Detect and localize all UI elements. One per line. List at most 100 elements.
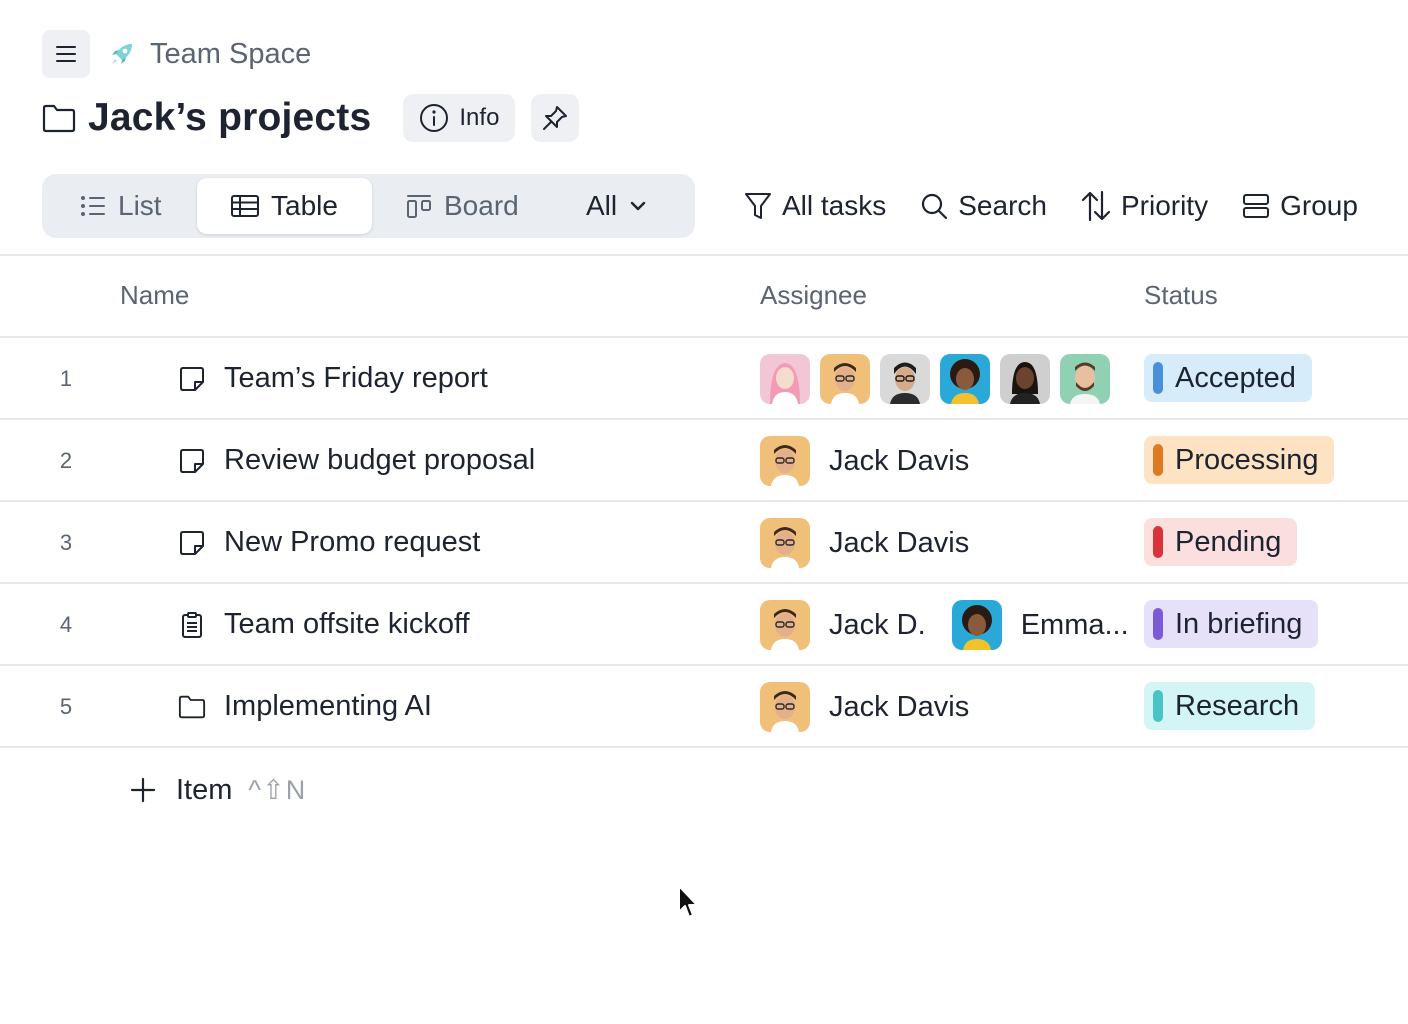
assignee-name: Jack Davis [829, 526, 970, 559]
tab-table[interactable]: Table [197, 178, 372, 234]
tab-board-label: Board [444, 190, 519, 221]
tab-list-label: List [118, 190, 162, 221]
chevron-down-icon [630, 201, 646, 211]
note-icon [178, 447, 206, 475]
search-label: Search [958, 190, 1047, 221]
menu-button[interactable] [42, 30, 90, 78]
avatar[interactable] [1000, 354, 1050, 404]
priority-sort-button[interactable]: Priority [1081, 190, 1208, 222]
table-row[interactable]: 3 New Promo request Jack Davis Pending [0, 502, 1408, 582]
table-row[interactable]: 2 Review budget proposal Jack Davis Proc… [0, 420, 1408, 500]
toolbar: All tasks Search Priority Group [744, 186, 1358, 226]
tab-list[interactable]: List [80, 178, 162, 234]
all-tasks-filter-button[interactable]: All tasks [744, 190, 886, 222]
column-header-name[interactable]: Name [120, 280, 189, 311]
add-item-label: Item [176, 773, 233, 806]
column-header-status[interactable]: Status [1144, 280, 1218, 311]
table-row[interactable]: 4 Team offsite kickoff Jack D. Emma... I… [0, 584, 1408, 664]
status-label: Research [1175, 689, 1300, 722]
row-number: 1 [59, 366, 73, 391]
row-name[interactable]: Implementing AI [224, 690, 432, 723]
folder-icon [178, 693, 206, 721]
status-badge[interactable]: Processing [1144, 436, 1335, 484]
table-row[interactable]: 1 Team’s Friday report Accepted [0, 338, 1408, 418]
all-tasks-label: All tasks [782, 190, 887, 221]
tab-board[interactable]: Board [406, 178, 519, 234]
table-icon [231, 195, 260, 217]
note-icon [178, 365, 206, 393]
row-number: 2 [59, 448, 73, 473]
status-color-indicator [1153, 690, 1163, 722]
status-color-indicator [1153, 444, 1163, 476]
list-icon [81, 196, 105, 216]
status-badge[interactable]: Research [1144, 682, 1316, 730]
add-item-button[interactable]: Item ^⇧N [128, 770, 306, 810]
plus-icon [128, 775, 158, 805]
keyboard-shortcut: ^⇧N [248, 774, 307, 805]
group-button[interactable]: Group [1242, 190, 1358, 222]
tab-table-label: Table [271, 190, 338, 221]
avatar[interactable] [760, 436, 810, 486]
assignee-name: Jack Davis [829, 690, 970, 723]
avatar[interactable] [1060, 354, 1110, 404]
status-color-indicator [1153, 608, 1163, 640]
avatar[interactable] [940, 354, 990, 404]
space-name[interactable]: Team Space [150, 38, 311, 71]
info-icon [420, 104, 449, 132]
assignee-name: Jack D. [829, 608, 926, 641]
group-label: Group [1280, 190, 1358, 221]
clipboard-icon [178, 611, 206, 639]
pin-button[interactable] [531, 94, 580, 142]
status-color-indicator [1153, 362, 1163, 394]
filter-icon [745, 193, 771, 219]
page-title: Jack’s projects [88, 96, 372, 139]
row-name[interactable]: New Promo request [224, 526, 480, 559]
row-name[interactable]: Review budget proposal [224, 444, 535, 477]
row-number: 3 [59, 530, 73, 555]
rocket-icon [108, 40, 136, 68]
assignee-list[interactable]: Jack Davis [760, 682, 969, 732]
status-label: Processing [1175, 443, 1319, 476]
status-badge[interactable]: Accepted [1144, 354, 1312, 402]
assignee-list[interactable]: Jack D. Emma... [760, 600, 1129, 650]
avatar[interactable] [760, 354, 810, 404]
title-row: Jack’s projects Info [42, 94, 580, 142]
status-badge[interactable]: In briefing [1144, 600, 1319, 648]
view-filter-label: All [586, 190, 618, 221]
avatar[interactable] [820, 354, 870, 404]
status-label: Accepted [1175, 361, 1296, 394]
group-icon [1243, 194, 1270, 218]
folder-icon [42, 101, 76, 135]
hamburger-icon [56, 46, 76, 62]
avatar[interactable] [760, 518, 810, 568]
info-button[interactable]: Info [403, 94, 516, 142]
row-name[interactable]: Team offsite kickoff [224, 608, 470, 641]
avatar[interactable] [760, 600, 810, 650]
assignee-name: Jack Davis [829, 444, 970, 477]
status-label: In briefing [1175, 607, 1303, 640]
assignee-list[interactable]: Jack Davis [760, 518, 969, 568]
mouse-cursor-icon [678, 885, 698, 918]
assignee-list[interactable] [760, 354, 1110, 404]
avatar[interactable] [880, 354, 930, 404]
row-name[interactable]: Team’s Friday report [224, 362, 488, 395]
row-number: 4 [59, 612, 73, 637]
divider [0, 746, 1408, 748]
view-filter-dropdown[interactable]: All [586, 178, 647, 234]
note-icon [178, 529, 206, 557]
priority-label: Priority [1120, 190, 1209, 221]
avatar[interactable] [760, 682, 810, 732]
column-header-assignee[interactable]: Assignee [760, 280, 867, 311]
pin-icon [543, 106, 568, 130]
avatar[interactable] [951, 600, 1002, 650]
search-button[interactable]: Search [920, 190, 1047, 222]
breadcrumb: Team Space [42, 30, 311, 78]
table-row[interactable]: 5 Implementing AI Jack Davis Research [0, 666, 1408, 746]
sort-icon [1081, 190, 1111, 222]
status-color-indicator [1153, 526, 1163, 558]
board-icon [407, 195, 431, 218]
view-switcher: List Table Board All [42, 174, 695, 238]
status-badge[interactable]: Pending [1144, 518, 1298, 566]
assignee-list[interactable]: Jack Davis [760, 436, 969, 486]
status-label: Pending [1175, 525, 1282, 558]
